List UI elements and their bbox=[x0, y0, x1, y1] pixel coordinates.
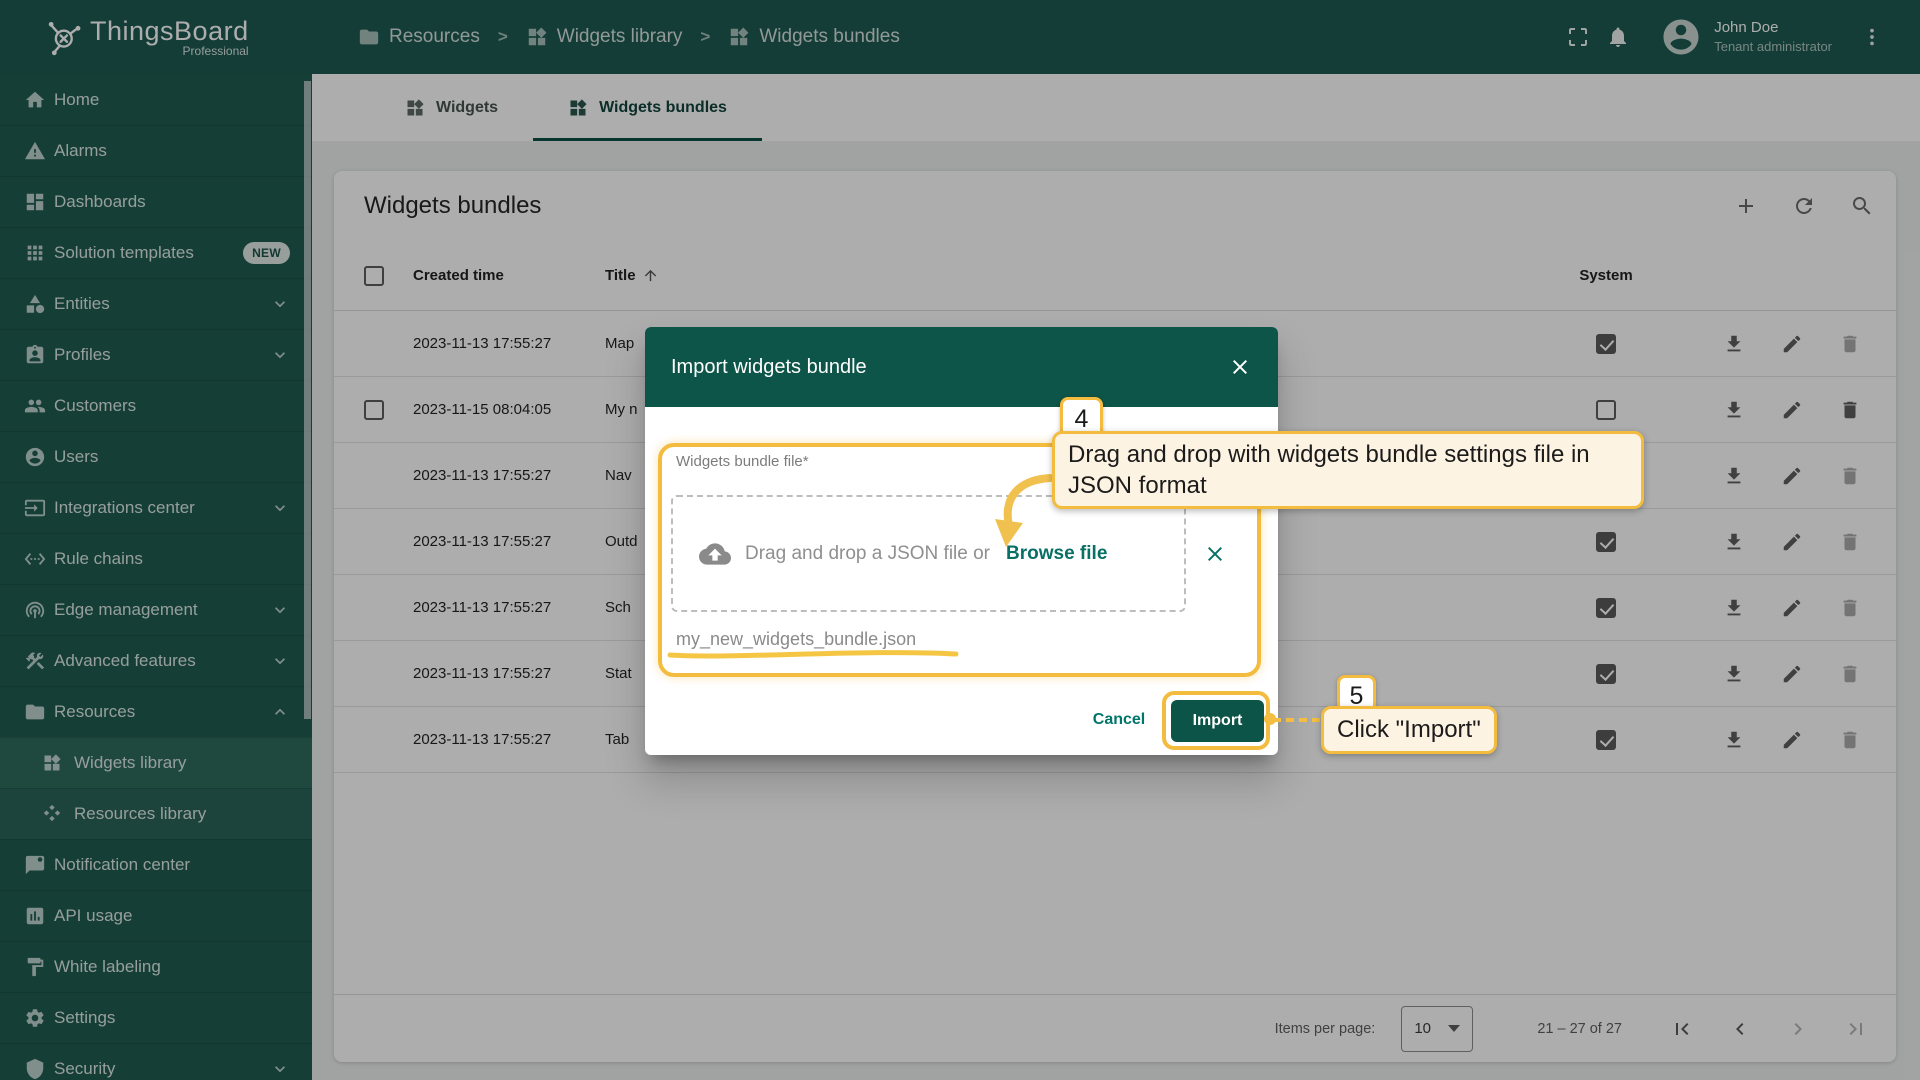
import-widgets-bundle-dialog: Import widgets bundle Widgets bundle fil… bbox=[645, 327, 1278, 755]
file-field-label: Widgets bundle file* bbox=[676, 453, 809, 470]
clear-icon bbox=[1208, 546, 1222, 561]
app-window: ThingsBoard Professional Resources > Widge… bbox=[0, 0, 1920, 1080]
cloud-upload-icon bbox=[699, 542, 731, 565]
close-icon bbox=[1233, 360, 1247, 374]
dropzone-hint: Drag and drop a JSON file or bbox=[745, 542, 991, 564]
file-dropzone[interactable]: Drag and drop a JSON file or Browse file bbox=[671, 495, 1186, 612]
dialog-close-button[interactable] bbox=[1222, 349, 1258, 385]
clear-file-button[interactable] bbox=[1185, 495, 1245, 612]
browse-file-button[interactable]: Browse file bbox=[1006, 543, 1107, 565]
import-button[interactable]: Import bbox=[1171, 700, 1264, 742]
dialog-header: Import widgets bundle bbox=[645, 327, 1278, 407]
selected-filename: my_new_widgets_bundle.json bbox=[676, 629, 917, 649]
dialog-title: Import widgets bundle bbox=[671, 355, 867, 378]
cancel-button[interactable]: Cancel bbox=[1075, 700, 1163, 740]
